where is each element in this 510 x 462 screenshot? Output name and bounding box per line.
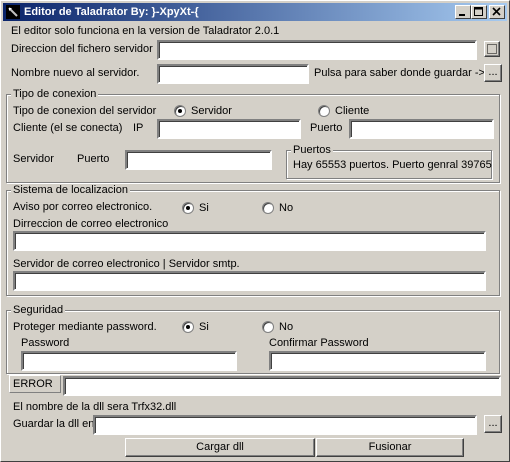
radio-server[interactable] [174,105,186,117]
browse-icon [487,44,497,54]
editor-window: Editor de Taladrator By: }-XpyXt-{ El ed… [0,0,510,462]
ports-legend: Puertos [291,144,333,156]
close-icon [492,7,501,16]
new-name-input[interactable] [157,64,309,84]
server-path-label: Direccion del fichero servidor [11,43,153,55]
dll-name-note: El nombre de la dll sera Trfx32.dll [13,401,177,413]
save-location-button[interactable]: ... [484,64,502,82]
client-port-label: Puerto [310,122,343,134]
radio-client-label: Cliente [335,105,370,117]
dll-save-label: Guardar la dll en: [13,418,98,430]
ports-info: Hay 65553 puertos. Puerto genral 39765 [293,159,492,171]
maximize-button[interactable] [471,5,487,19]
error-label-box: ERROR [9,375,61,393]
window-title: Editor de Taladrator By: }-XpyXt-{ [24,6,199,18]
radio-email-no-label: No [279,202,294,214]
smtp-input[interactable] [13,271,486,291]
merge-button[interactable]: Fusionar [316,438,464,457]
radio-protect-no-label: No [279,321,294,333]
radio-server-label: Servidor [191,105,232,117]
server-label: Servidor [13,153,54,165]
confirm-password-label: Confirmar Password [269,337,369,349]
radio-email-yes[interactable] [182,202,194,214]
dll-browse-button[interactable]: ... [484,415,502,433]
dll-save-input[interactable] [93,415,477,435]
security-legend: Seguridad [11,304,66,316]
server-port-input[interactable] [125,150,272,170]
radio-protect-no[interactable] [262,321,274,333]
location-legend: Sistema de localizacion [11,184,130,196]
maximize-icon [474,7,483,16]
ip-input[interactable] [157,119,301,139]
connection-type-label: Tipo de conexion del servidor [13,105,157,117]
password-input[interactable] [21,351,237,371]
app-icon [6,5,20,19]
ip-label: IP [133,122,144,134]
connection-legend: Tipo de conexion [11,88,99,100]
new-name-label: Nombre nuevo al servidor. [11,67,140,79]
minimize-button[interactable] [455,5,471,19]
email-notice-label: Aviso por correo electronico. [13,201,153,213]
load-dll-button[interactable]: Cargar dll [125,438,315,457]
title-bar[interactable]: Editor de Taladrator By: }-XpyXt-{ [3,3,507,21]
error-label: ERROR [13,378,53,390]
server-port-label: Puerto [77,153,110,165]
version-note: El editor solo funciona en la version de… [11,25,280,37]
radio-email-yes-label: Si [199,202,209,214]
email-input[interactable] [13,231,486,251]
save-location-hint: Pulsa para saber donde guardar -> [314,67,485,79]
smtp-label: Servidor de correo electronico | Servido… [13,258,240,270]
client-label: Cliente (el se conecta) [13,122,123,134]
radio-client[interactable] [318,105,330,117]
radio-email-no[interactable] [262,202,274,214]
server-path-browse-button[interactable] [484,41,500,57]
radio-protect-yes[interactable] [182,321,194,333]
minimize-icon [459,14,465,16]
radio-protect-yes-label: Si [199,321,209,333]
confirm-password-input[interactable] [269,351,486,371]
client-port-input[interactable] [349,119,494,139]
error-field [63,376,501,396]
server-path-input[interactable] [157,40,477,60]
password-label: Password [21,337,70,349]
close-button[interactable] [489,5,505,19]
protect-label: Proteger mediante password. [13,321,157,333]
email-label: Dirreccion de correo electronico [13,218,169,230]
